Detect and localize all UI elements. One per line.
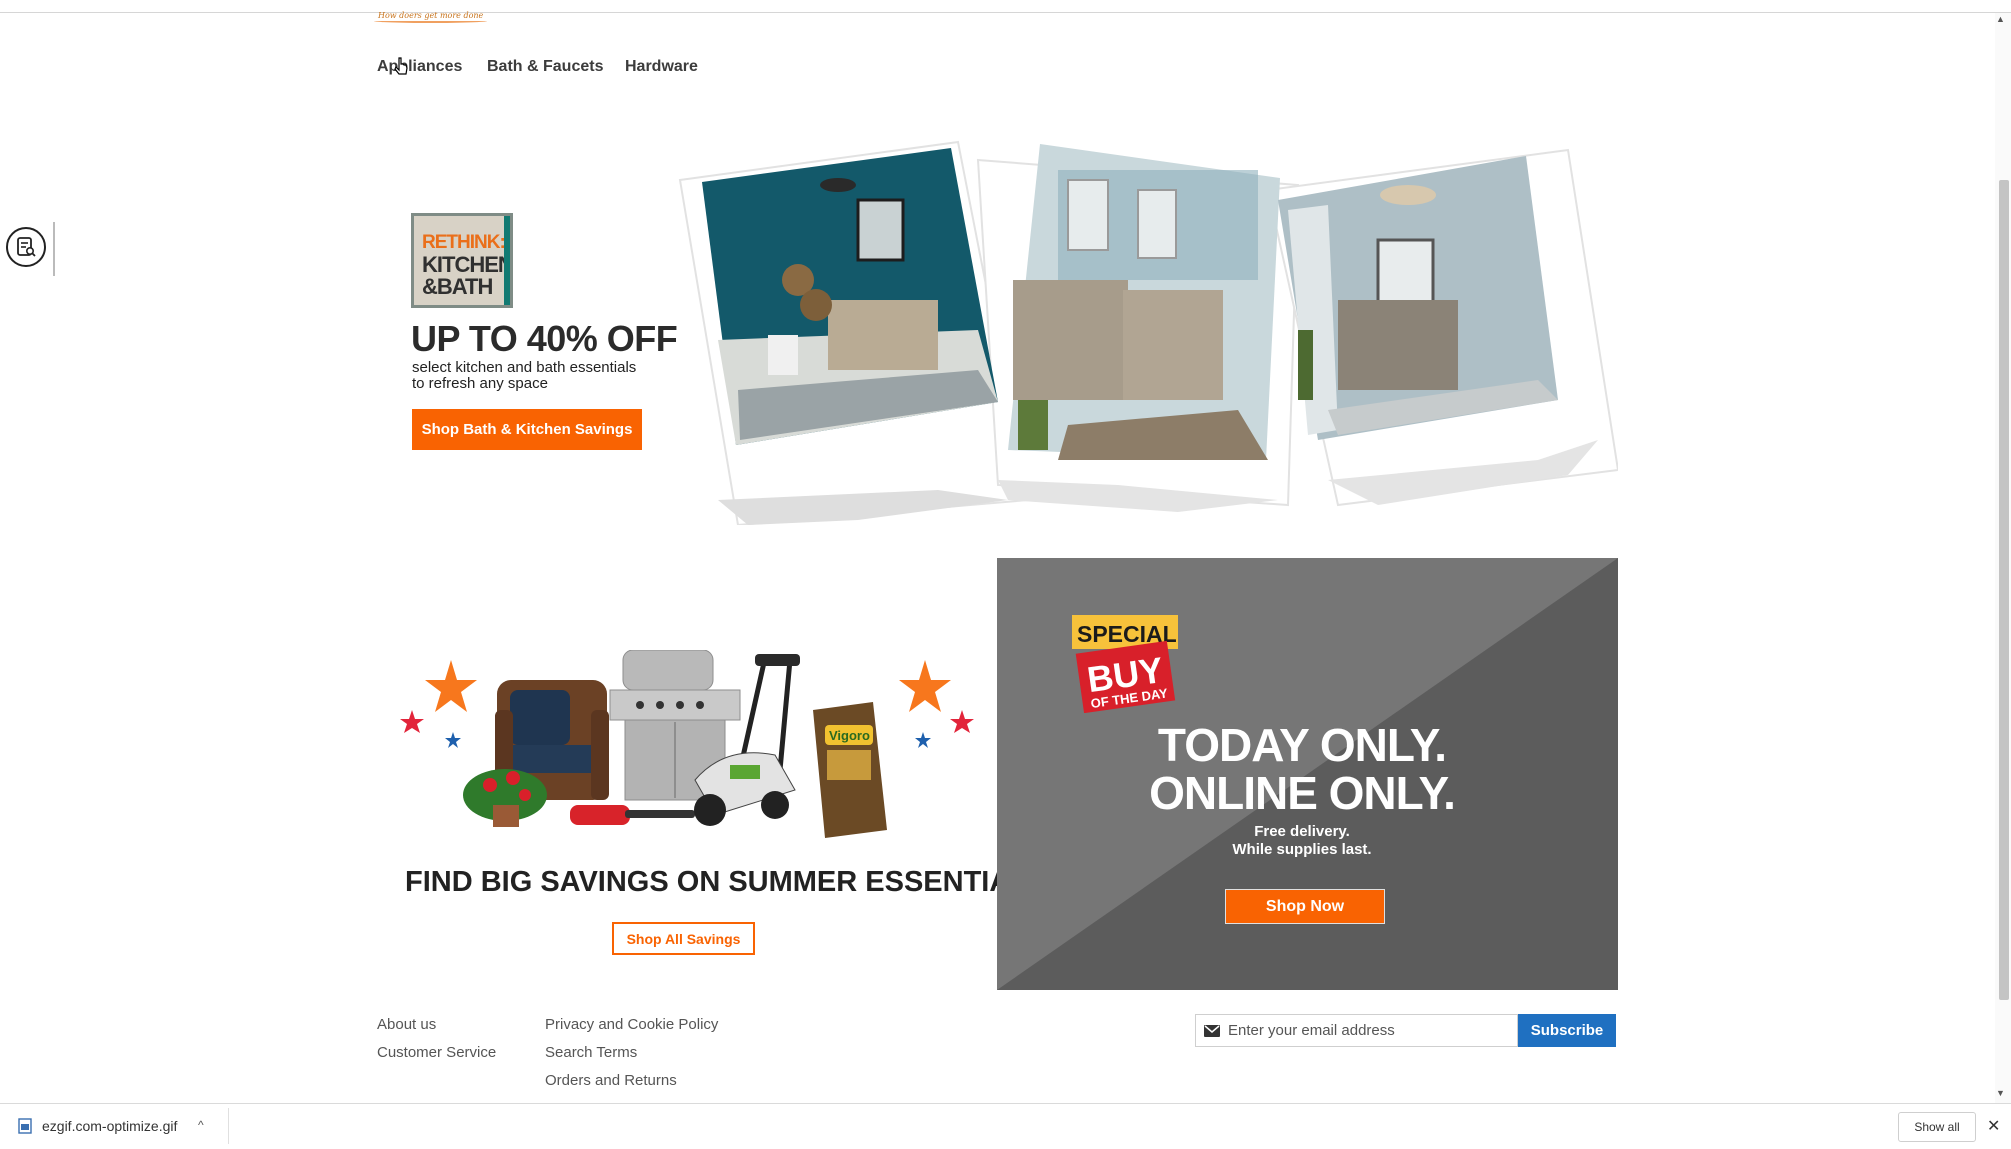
footer-privacy-policy[interactable]: Privacy and Cookie Policy bbox=[545, 1016, 718, 1033]
red-star-icon bbox=[400, 710, 424, 733]
newsletter-email-field[interactable] bbox=[1195, 1014, 1518, 1047]
rethink-logo-line1: RETHINK: bbox=[422, 232, 506, 253]
summer-essentials-artwork[interactable]: Vigoro bbox=[395, 650, 985, 850]
chevron-up-icon[interactable]: ^ bbox=[198, 1118, 204, 1132]
tile-vanity-photo bbox=[1008, 144, 1280, 460]
scroll-up-arrow-icon[interactable]: ▲ bbox=[1996, 14, 2005, 24]
promo-headline: UP TO 40% OFF bbox=[411, 318, 678, 359]
special-subtext-line1: Free delivery. bbox=[1254, 823, 1350, 840]
mulch-bag-brand: Vigoro bbox=[829, 728, 870, 743]
special-buy-badge: SPECIAL BUY OF THE DAY bbox=[1072, 615, 1178, 713]
logo-tagline: How doers get more done bbox=[373, 11, 488, 23]
summer-headline: FIND BIG SAVINGS ON SUMMER ESSENTIALS bbox=[405, 866, 1048, 898]
download-bar bbox=[0, 1103, 2011, 1149]
side-divider bbox=[53, 222, 55, 276]
notes-search-button[interactable] bbox=[6, 227, 46, 267]
scrollbar-thumb[interactable] bbox=[1999, 180, 2009, 1000]
scroll-down-arrow-icon[interactable]: ▼ bbox=[1996, 1088, 2005, 1098]
notes-search-icon bbox=[17, 237, 36, 257]
bathroom-photo-collage[interactable] bbox=[678, 140, 1618, 525]
special-subtext-line2: While supplies last. bbox=[1232, 841, 1372, 858]
shop-bath-kitchen-button[interactable]: Shop Bath & Kitchen Savings bbox=[412, 409, 642, 450]
close-icon[interactable]: ✕ bbox=[1987, 1116, 2000, 1136]
red-star-icon bbox=[950, 710, 974, 733]
rethink-kitchen-bath-logo: RETHINK: KITCHEN &BATH bbox=[411, 213, 513, 308]
rethink-logo-line2: KITCHEN &BATH bbox=[422, 254, 510, 299]
download-item[interactable]: ezgif.com-optimize.gif bbox=[18, 1118, 177, 1134]
cursor-icon bbox=[394, 57, 408, 75]
rethink-logo-accent bbox=[504, 216, 510, 305]
special-headline-line2: ONLINE ONLY. bbox=[1149, 767, 1456, 819]
nav-appliances[interactable]: Appliances bbox=[377, 58, 462, 76]
flower-pot bbox=[463, 769, 547, 827]
footer-orders-returns[interactable]: Orders and Returns bbox=[545, 1072, 677, 1089]
nav-bath-faucets[interactable]: Bath & Faucets bbox=[487, 58, 603, 76]
download-filename: ezgif.com-optimize.gif bbox=[42, 1118, 178, 1134]
image-file-icon bbox=[18, 1118, 32, 1134]
teal-bathroom-photo bbox=[702, 148, 998, 445]
blue-star-icon bbox=[915, 732, 931, 748]
blue-star-icon bbox=[445, 732, 461, 748]
shop-now-button[interactable]: Shop Now bbox=[1225, 889, 1385, 924]
shop-all-savings-button[interactable]: Shop All Savings bbox=[612, 922, 755, 955]
rethink-logo-bath: &BATH bbox=[422, 274, 493, 299]
mail-icon bbox=[1196, 1015, 1228, 1046]
promo-subtext-line1: select kitchen and bath essentials bbox=[412, 359, 637, 376]
light-bathroom-photo bbox=[1278, 156, 1558, 440]
nav-hardware[interactable]: Hardware bbox=[625, 58, 698, 76]
footer-customer-service[interactable]: Customer Service bbox=[377, 1044, 496, 1061]
promo-subtext: select kitchen and bath essentials to re… bbox=[412, 360, 672, 392]
top-bar bbox=[0, 0, 2011, 13]
promo-subtext-line2: to refresh any space bbox=[412, 375, 548, 392]
orange-star-icon bbox=[899, 660, 951, 712]
show-all-downloads-button[interactable]: Show all bbox=[1898, 1112, 1976, 1142]
mulch-bag: Vigoro bbox=[813, 702, 887, 838]
download-divider bbox=[228, 1108, 229, 1144]
footer-about-us[interactable]: About us bbox=[377, 1016, 436, 1033]
special-headline-line1: TODAY ONLY. bbox=[1157, 719, 1447, 771]
email-input[interactable] bbox=[1228, 1022, 1508, 1039]
subscribe-button[interactable]: Subscribe bbox=[1518, 1014, 1616, 1047]
orange-star-icon bbox=[425, 660, 477, 712]
leaf-blower bbox=[570, 805, 695, 825]
footer-search-terms[interactable]: Search Terms bbox=[545, 1044, 637, 1061]
